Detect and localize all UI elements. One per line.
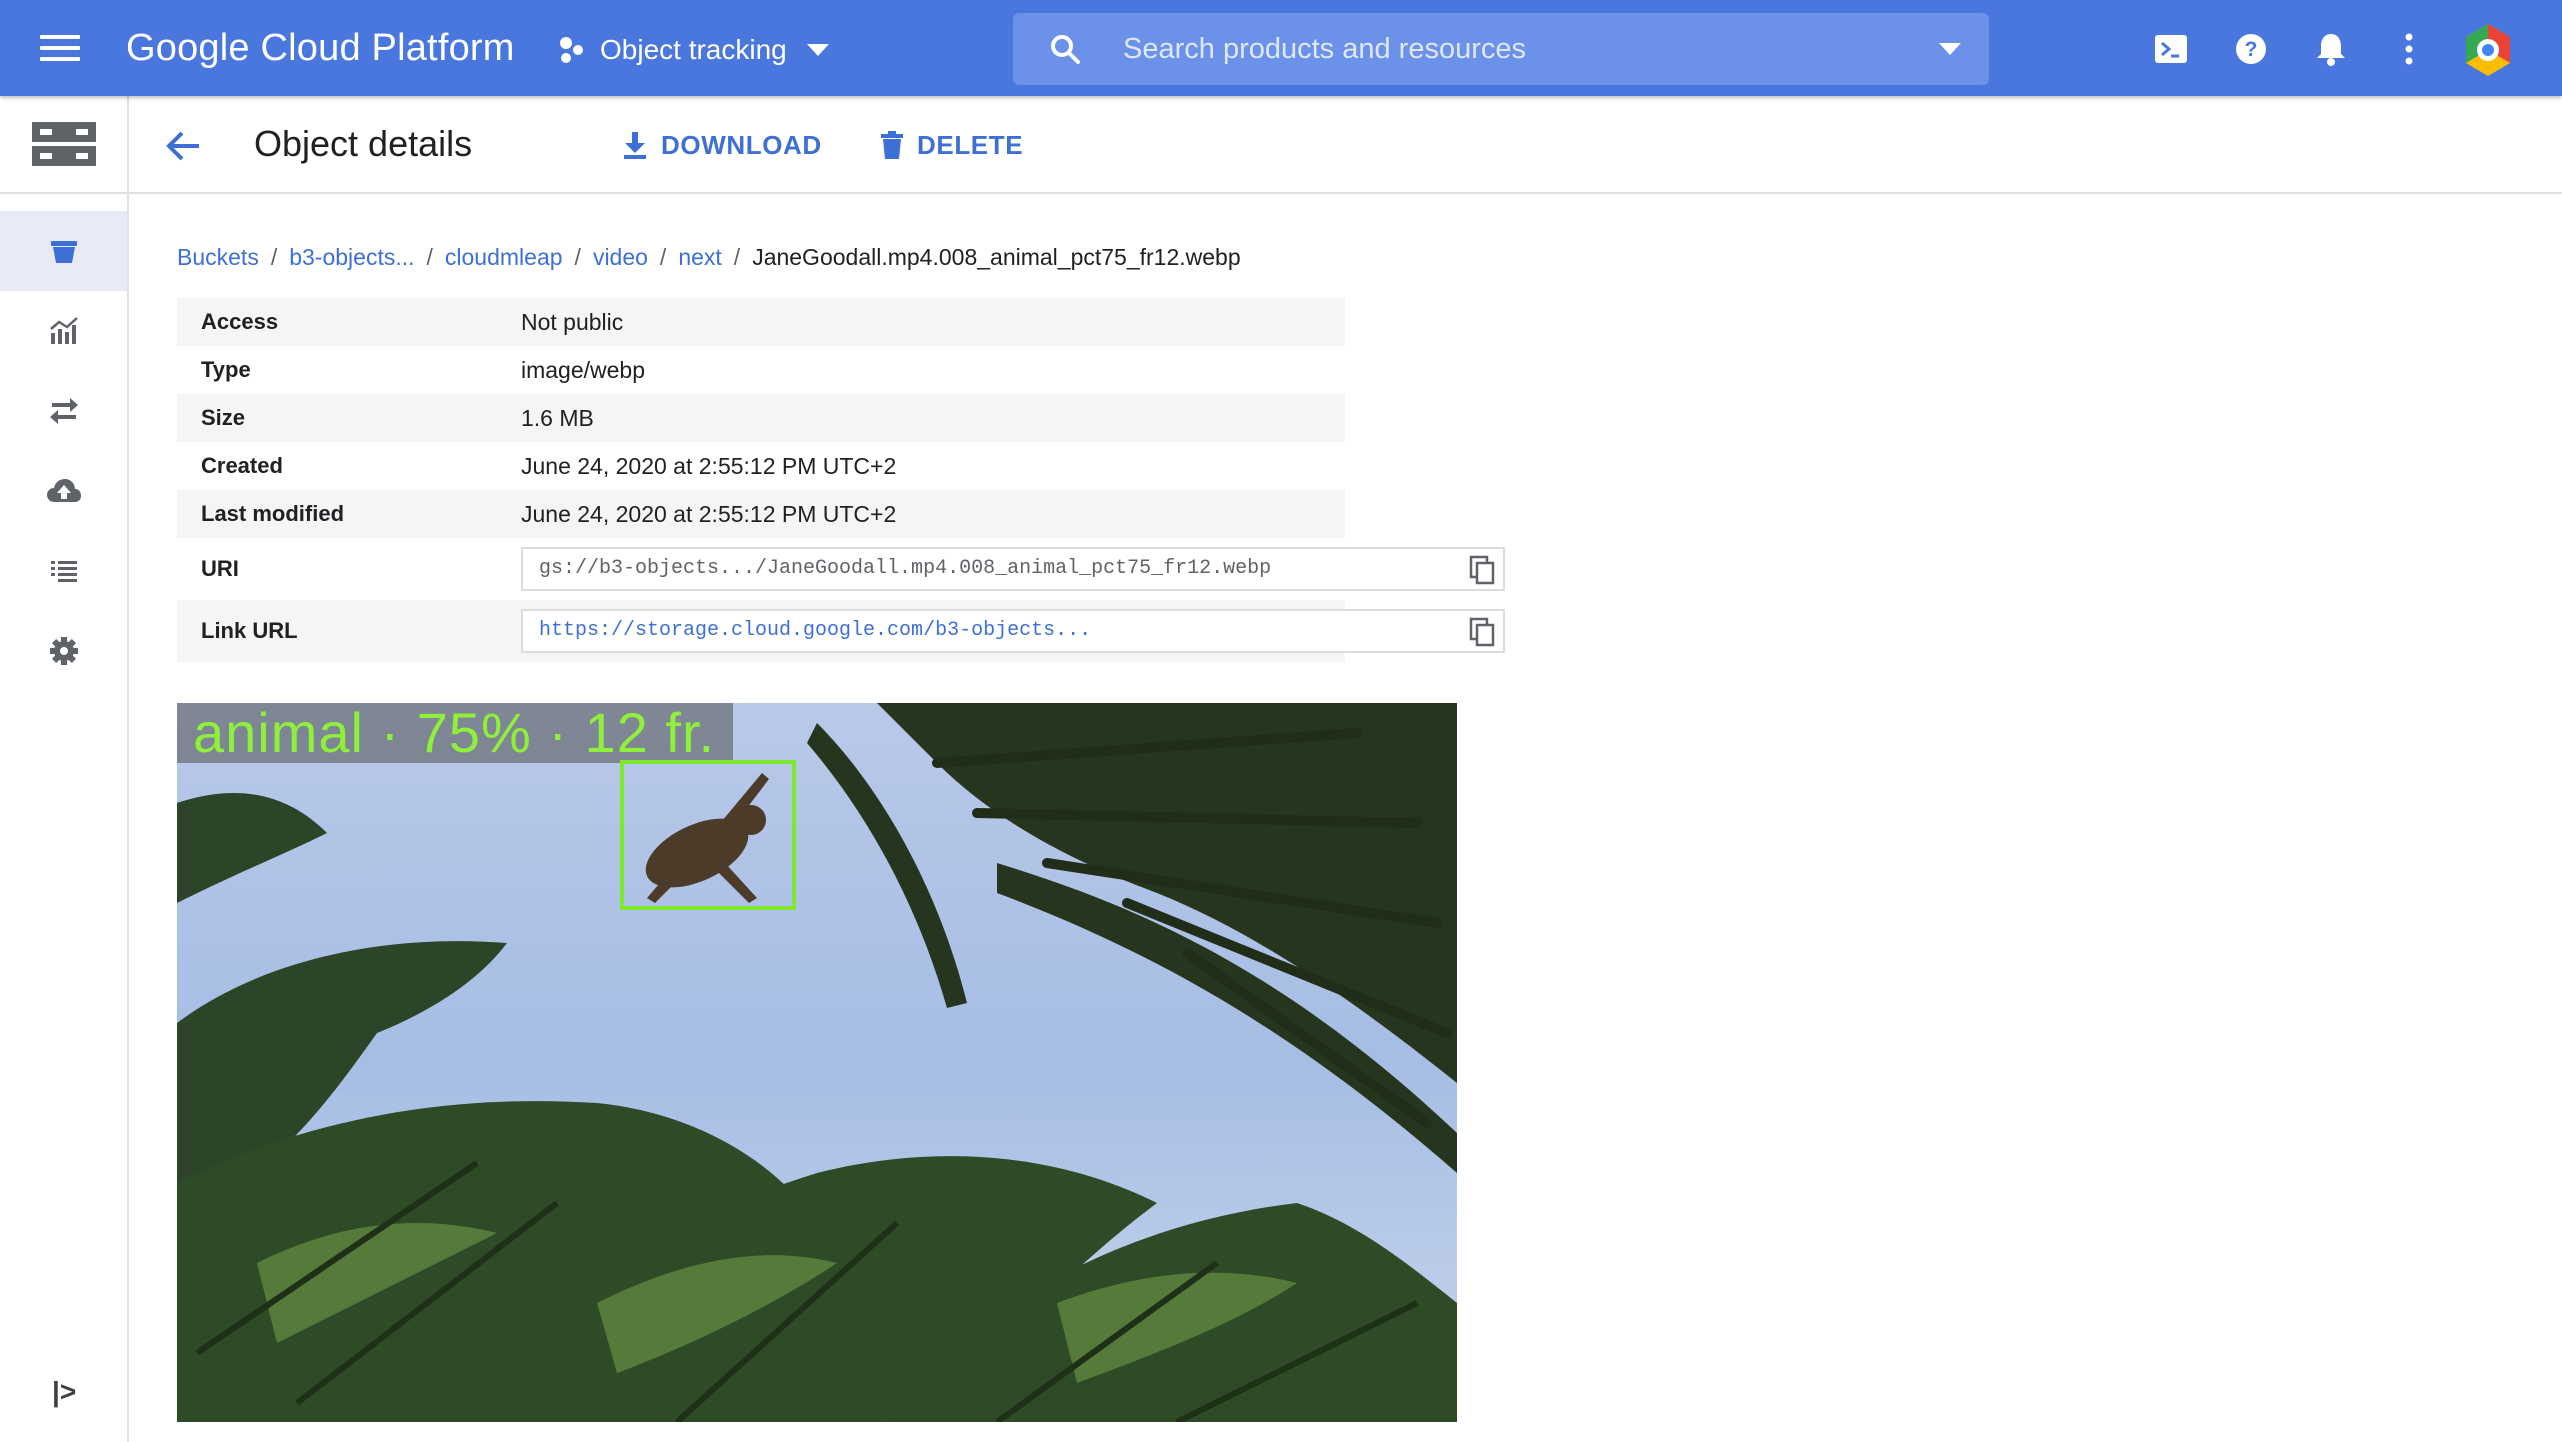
- object-preview-image: animal · 75% · 12 fr.: [177, 703, 1457, 1422]
- copy-link-icon[interactable]: [1467, 617, 1497, 647]
- detail-label: Created: [201, 453, 283, 478]
- breadcrumb-separator: /: [270, 244, 278, 270]
- rail-item-monitoring[interactable]: [0, 291, 127, 371]
- project-dots-icon: [560, 37, 583, 63]
- detail-label: Type: [201, 357, 251, 382]
- detection-label: animal · 75% · 12 fr.: [177, 703, 734, 763]
- detail-label: Access: [201, 309, 279, 334]
- action-bar: Object details DOWNLOAD DELETE: [129, 96, 2562, 194]
- link-url-field[interactable]: https://storage.cloud.google.com/b3-obje…: [521, 609, 1505, 653]
- download-label: DOWNLOAD: [661, 129, 822, 160]
- rail-divider: [0, 192, 127, 194]
- download-icon: [624, 132, 646, 159]
- rail-item-transfer[interactable]: [0, 371, 127, 451]
- search-input[interactable]: [1123, 13, 1883, 85]
- storage-product-icon: [32, 122, 96, 166]
- preview-scene: [177, 703, 1457, 1422]
- uri-value: gs://b3-objects.../JaneGoodall.mp4.008_a…: [539, 557, 1272, 580]
- svg-text:?: ?: [2245, 38, 2258, 61]
- monitoring-icon: [49, 317, 78, 344]
- download-button[interactable]: DOWNLOAD: [621, 122, 822, 168]
- detail-row-last-modified: Last modified June 24, 2020 at 2:55:12 P…: [177, 490, 1345, 538]
- detail-value: June 24, 2020 at 2:55:12 PM UTC+2: [521, 452, 897, 479]
- expand-rail-icon[interactable]: |>: [52, 1376, 76, 1408]
- breadcrumb-link-video[interactable]: video: [593, 244, 648, 270]
- detail-row-created: Created June 24, 2020 at 2:55:12 PM UTC+…: [177, 442, 1345, 490]
- more-vert-icon[interactable]: [2388, 28, 2430, 70]
- back-arrow-icon[interactable]: [163, 126, 203, 166]
- breadcrumb-separator: /: [659, 244, 667, 270]
- project-name: Object tracking: [600, 34, 787, 65]
- detail-value: 1.6 MB: [521, 404, 594, 431]
- copy-uri-icon[interactable]: [1467, 555, 1497, 585]
- delete-label: DELETE: [917, 129, 1024, 160]
- left-nav-rail: |>: [0, 96, 129, 1442]
- menu-icon[interactable]: [40, 28, 90, 68]
- trash-icon: [881, 131, 903, 159]
- chevron-down-icon: [806, 44, 829, 56]
- detail-row-uri: URI gs://b3-objects.../JaneGoodall.mp4.0…: [177, 538, 1505, 600]
- list-icon: [50, 561, 77, 582]
- detection-bounding-box: [620, 760, 796, 910]
- detail-value: image/webp: [521, 356, 646, 383]
- breadcrumb: Buckets / b3-objects... / cloudmleap / video / n…: [177, 242, 1241, 272]
- breadcrumb-separator: /: [426, 244, 433, 270]
- breadcrumb-link-bucket[interactable]: b3-objects...: [289, 244, 414, 270]
- link-url-value[interactable]: https://storage.cloud.google.com/b3-obje…: [539, 619, 1091, 642]
- settings-icon: [49, 637, 78, 665]
- top-app-bar: Google Cloud Platform Object tracking ?: [0, 0, 2562, 96]
- project-picker[interactable]: Object tracking: [556, 26, 829, 74]
- cloud-upload-icon: [46, 479, 81, 502]
- rail-item-upload[interactable]: [0, 451, 127, 531]
- breadcrumb-current: JaneGoodall.mp4.008_animal_pct75_fr12.we…: [752, 244, 1241, 270]
- page-title: Object details: [254, 123, 473, 164]
- detail-row-access: Access Not public: [177, 298, 1345, 346]
- rail-item-browser[interactable]: [0, 211, 127, 291]
- detail-row-size: Size 1.6 MB: [177, 394, 1345, 442]
- delete-button[interactable]: DELETE: [879, 122, 1023, 168]
- avatar[interactable]: [2460, 22, 2516, 78]
- detail-label: Link URL: [201, 618, 298, 643]
- breadcrumb-link-cloudmleap[interactable]: cloudmleap: [445, 244, 563, 270]
- rail-item-settings[interactable]: [0, 611, 127, 691]
- breadcrumb-link-next[interactable]: next: [678, 244, 721, 270]
- bucket-icon: [50, 241, 77, 263]
- rail-item-list[interactable]: [0, 531, 127, 611]
- breadcrumb-separator: /: [733, 244, 741, 270]
- object-details-table: Access Not public Type image/webp Size 1…: [177, 298, 1505, 662]
- detail-row-type: Type image/webp: [177, 346, 1345, 394]
- transfer-icon: [49, 398, 78, 424]
- detail-row-link-url: Link URL https://storage.cloud.google.co…: [177, 600, 1505, 662]
- detail-label: Last modified: [201, 501, 345, 526]
- notifications-icon[interactable]: [2310, 28, 2352, 70]
- help-icon[interactable]: ?: [2230, 28, 2272, 70]
- detail-label: Size: [201, 405, 246, 430]
- uri-field[interactable]: gs://b3-objects.../JaneGoodall.mp4.008_a…: [521, 547, 1505, 591]
- detail-value: Not public: [521, 308, 624, 335]
- search-icon: [1051, 35, 1080, 64]
- detail-value: June 24, 2020 at 2:55:12 PM UTC+2: [521, 500, 897, 527]
- search-box[interactable]: [1013, 13, 1989, 85]
- search-dropdown-icon[interactable]: [1939, 43, 1961, 55]
- detail-label: URI: [201, 556, 239, 581]
- breadcrumb-separator: /: [574, 244, 581, 270]
- terminal-icon[interactable]: [2150, 28, 2192, 70]
- breadcrumb-link-buckets[interactable]: Buckets: [177, 244, 259, 270]
- app-title[interactable]: Google Cloud Platform: [126, 22, 515, 74]
